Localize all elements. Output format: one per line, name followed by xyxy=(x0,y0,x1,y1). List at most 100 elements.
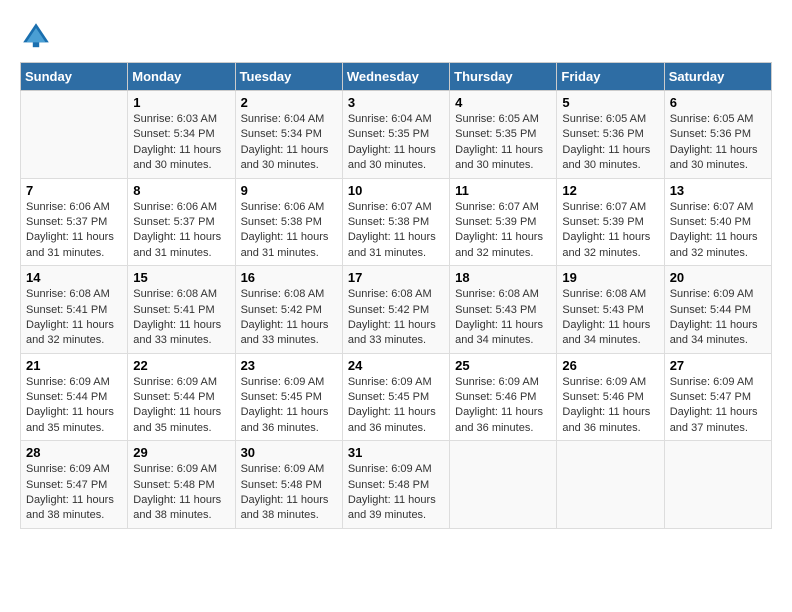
day-number: 20 xyxy=(670,270,766,285)
page-header xyxy=(20,20,772,52)
day-cell: 8 Sunrise: 6:06 AM Sunset: 5:37 PM Daylig… xyxy=(128,178,235,266)
day-info: Sunrise: 6:06 AM Sunset: 5:38 PM Dayligh… xyxy=(241,200,337,262)
day-cell: 31 Sunrise: 6:09 AM Sunset: 5:48 PM Dayli… xyxy=(342,441,449,529)
day-info: Sunrise: 6:03 AM Sunset: 5:34 PM Dayligh… xyxy=(133,112,229,174)
week-row-3: 14 Sunrise: 6:08 AM Sunset: 5:41 PM Dayli… xyxy=(21,266,772,354)
day-number: 24 xyxy=(348,358,444,373)
day-cell: 13Sunrise: 6:07 AM Sunset: 5:40 PM Dayli… xyxy=(664,178,771,266)
day-cell: 7 Sunrise: 6:06 AM Sunset: 5:37 PM Daylig… xyxy=(21,178,128,266)
day-cell: 26Sunrise: 6:09 AM Sunset: 5:46 PM Dayli… xyxy=(557,353,664,441)
calendar-table: SundayMondayTuesdayWednesdayThursdayFrid… xyxy=(20,62,772,529)
day-number: 30 xyxy=(241,445,337,460)
day-number: 17 xyxy=(348,270,444,285)
day-info: Sunrise: 6:09 AM Sunset: 5:47 PM Dayligh… xyxy=(26,462,122,524)
day-number: 21 xyxy=(26,358,122,373)
day-info: Sunrise: 6:06 AM Sunset: 5:37 PM Dayligh… xyxy=(133,200,229,262)
day-cell: 9Sunrise: 6:06 AM Sunset: 5:38 PM Daylig… xyxy=(235,178,342,266)
week-row-1: 1 Sunrise: 6:03 AM Sunset: 5:34 PM Daylig… xyxy=(21,91,772,179)
day-info: Sunrise: 6:07 AM Sunset: 5:38 PM Dayligh… xyxy=(348,200,444,262)
day-info: Sunrise: 6:09 AM Sunset: 5:44 PM Dayligh… xyxy=(670,287,766,349)
day-number: 7 xyxy=(26,183,122,198)
day-cell: 23 Sunrise: 6:09 AM Sunset: 5:45 PM Dayli… xyxy=(235,353,342,441)
week-row-4: 21 Sunrise: 6:09 AM Sunset: 5:44 PM Dayli… xyxy=(21,353,772,441)
day-info: Sunrise: 6:09 AM Sunset: 5:47 PM Dayligh… xyxy=(670,375,766,437)
col-header-saturday: Saturday xyxy=(664,63,771,91)
day-cell: 16Sunrise: 6:08 AM Sunset: 5:42 PM Dayli… xyxy=(235,266,342,354)
day-info: Sunrise: 6:09 AM Sunset: 5:48 PM Dayligh… xyxy=(348,462,444,524)
day-info: Sunrise: 6:07 AM Sunset: 5:39 PM Dayligh… xyxy=(562,200,658,262)
day-cell: 18Sunrise: 6:08 AM Sunset: 5:43 PM Dayli… xyxy=(450,266,557,354)
day-info: Sunrise: 6:08 AM Sunset: 5:43 PM Dayligh… xyxy=(562,287,658,349)
col-header-thursday: Thursday xyxy=(450,63,557,91)
day-info: Sunrise: 6:09 AM Sunset: 5:46 PM Dayligh… xyxy=(455,375,551,437)
day-info: Sunrise: 6:07 AM Sunset: 5:39 PM Dayligh… xyxy=(455,200,551,262)
day-number: 12 xyxy=(562,183,658,198)
day-info: Sunrise: 6:06 AM Sunset: 5:37 PM Dayligh… xyxy=(26,200,122,262)
day-cell: 15 Sunrise: 6:08 AM Sunset: 5:41 PM Dayli… xyxy=(128,266,235,354)
day-info: Sunrise: 6:09 AM Sunset: 5:46 PM Dayligh… xyxy=(562,375,658,437)
day-number: 14 xyxy=(26,270,122,285)
day-info: Sunrise: 6:09 AM Sunset: 5:44 PM Dayligh… xyxy=(133,375,229,437)
day-info: Sunrise: 6:09 AM Sunset: 5:48 PM Dayligh… xyxy=(133,462,229,524)
day-number: 16 xyxy=(241,270,337,285)
day-cell: 2 Sunrise: 6:04 AM Sunset: 5:34 PM Daylig… xyxy=(235,91,342,179)
day-info: Sunrise: 6:09 AM Sunset: 5:45 PM Dayligh… xyxy=(241,375,337,437)
day-cell: 1 Sunrise: 6:03 AM Sunset: 5:34 PM Daylig… xyxy=(128,91,235,179)
day-cell: 19 Sunrise: 6:08 AM Sunset: 5:43 PM Dayli… xyxy=(557,266,664,354)
day-number: 31 xyxy=(348,445,444,460)
day-number: 29 xyxy=(133,445,229,460)
day-number: 5 xyxy=(562,95,658,110)
day-number: 19 xyxy=(562,270,658,285)
day-info: Sunrise: 6:09 AM Sunset: 5:48 PM Dayligh… xyxy=(241,462,337,524)
day-cell: 11 Sunrise: 6:07 AM Sunset: 5:39 PM Dayli… xyxy=(450,178,557,266)
col-header-monday: Monday xyxy=(128,63,235,91)
day-cell: 25 Sunrise: 6:09 AM Sunset: 5:46 PM Dayli… xyxy=(450,353,557,441)
day-number: 27 xyxy=(670,358,766,373)
day-info: Sunrise: 6:09 AM Sunset: 5:44 PM Dayligh… xyxy=(26,375,122,437)
day-cell: 3 Sunrise: 6:04 AM Sunset: 5:35 PM Daylig… xyxy=(342,91,449,179)
logo-icon xyxy=(20,20,52,52)
header-row: SundayMondayTuesdayWednesdayThursdayFrid… xyxy=(21,63,772,91)
day-cell: 24 Sunrise: 6:09 AM Sunset: 5:45 PM Dayli… xyxy=(342,353,449,441)
day-cell: 27 Sunrise: 6:09 AM Sunset: 5:47 PM Dayli… xyxy=(664,353,771,441)
day-cell: 28 Sunrise: 6:09 AM Sunset: 5:47 PM Dayli… xyxy=(21,441,128,529)
day-cell: 21 Sunrise: 6:09 AM Sunset: 5:44 PM Dayli… xyxy=(21,353,128,441)
week-row-2: 7 Sunrise: 6:06 AM Sunset: 5:37 PM Daylig… xyxy=(21,178,772,266)
day-number: 11 xyxy=(455,183,551,198)
day-cell: 5Sunrise: 6:05 AM Sunset: 5:36 PM Daylig… xyxy=(557,91,664,179)
col-header-tuesday: Tuesday xyxy=(235,63,342,91)
day-info: Sunrise: 6:08 AM Sunset: 5:41 PM Dayligh… xyxy=(133,287,229,349)
day-number: 8 xyxy=(133,183,229,198)
day-info: Sunrise: 6:05 AM Sunset: 5:35 PM Dayligh… xyxy=(455,112,551,174)
day-cell: 4 Sunrise: 6:05 AM Sunset: 5:35 PM Daylig… xyxy=(450,91,557,179)
day-info: Sunrise: 6:04 AM Sunset: 5:35 PM Dayligh… xyxy=(348,112,444,174)
day-cell: 22Sunrise: 6:09 AM Sunset: 5:44 PM Dayli… xyxy=(128,353,235,441)
day-cell xyxy=(557,441,664,529)
day-cell: 14 Sunrise: 6:08 AM Sunset: 5:41 PM Dayli… xyxy=(21,266,128,354)
day-info: Sunrise: 6:04 AM Sunset: 5:34 PM Dayligh… xyxy=(241,112,337,174)
day-number: 23 xyxy=(241,358,337,373)
day-number: 18 xyxy=(455,270,551,285)
day-info: Sunrise: 6:07 AM Sunset: 5:40 PM Dayligh… xyxy=(670,200,766,262)
day-info: Sunrise: 6:08 AM Sunset: 5:41 PM Dayligh… xyxy=(26,287,122,349)
day-number: 1 xyxy=(133,95,229,110)
day-number: 28 xyxy=(26,445,122,460)
day-cell xyxy=(664,441,771,529)
col-header-sunday: Sunday xyxy=(21,63,128,91)
day-cell: 10 Sunrise: 6:07 AM Sunset: 5:38 PM Dayli… xyxy=(342,178,449,266)
day-number: 10 xyxy=(348,183,444,198)
day-cell: 29 Sunrise: 6:09 AM Sunset: 5:48 PM Dayli… xyxy=(128,441,235,529)
day-cell xyxy=(21,91,128,179)
day-number: 15 xyxy=(133,270,229,285)
col-header-friday: Friday xyxy=(557,63,664,91)
day-cell xyxy=(450,441,557,529)
day-number: 6 xyxy=(670,95,766,110)
day-cell: 17Sunrise: 6:08 AM Sunset: 5:42 PM Dayli… xyxy=(342,266,449,354)
day-number: 3 xyxy=(348,95,444,110)
day-number: 2 xyxy=(241,95,337,110)
day-info: Sunrise: 6:09 AM Sunset: 5:45 PM Dayligh… xyxy=(348,375,444,437)
day-cell: 12 Sunrise: 6:07 AM Sunset: 5:39 PM Dayli… xyxy=(557,178,664,266)
day-number: 4 xyxy=(455,95,551,110)
day-number: 25 xyxy=(455,358,551,373)
col-header-wednesday: Wednesday xyxy=(342,63,449,91)
